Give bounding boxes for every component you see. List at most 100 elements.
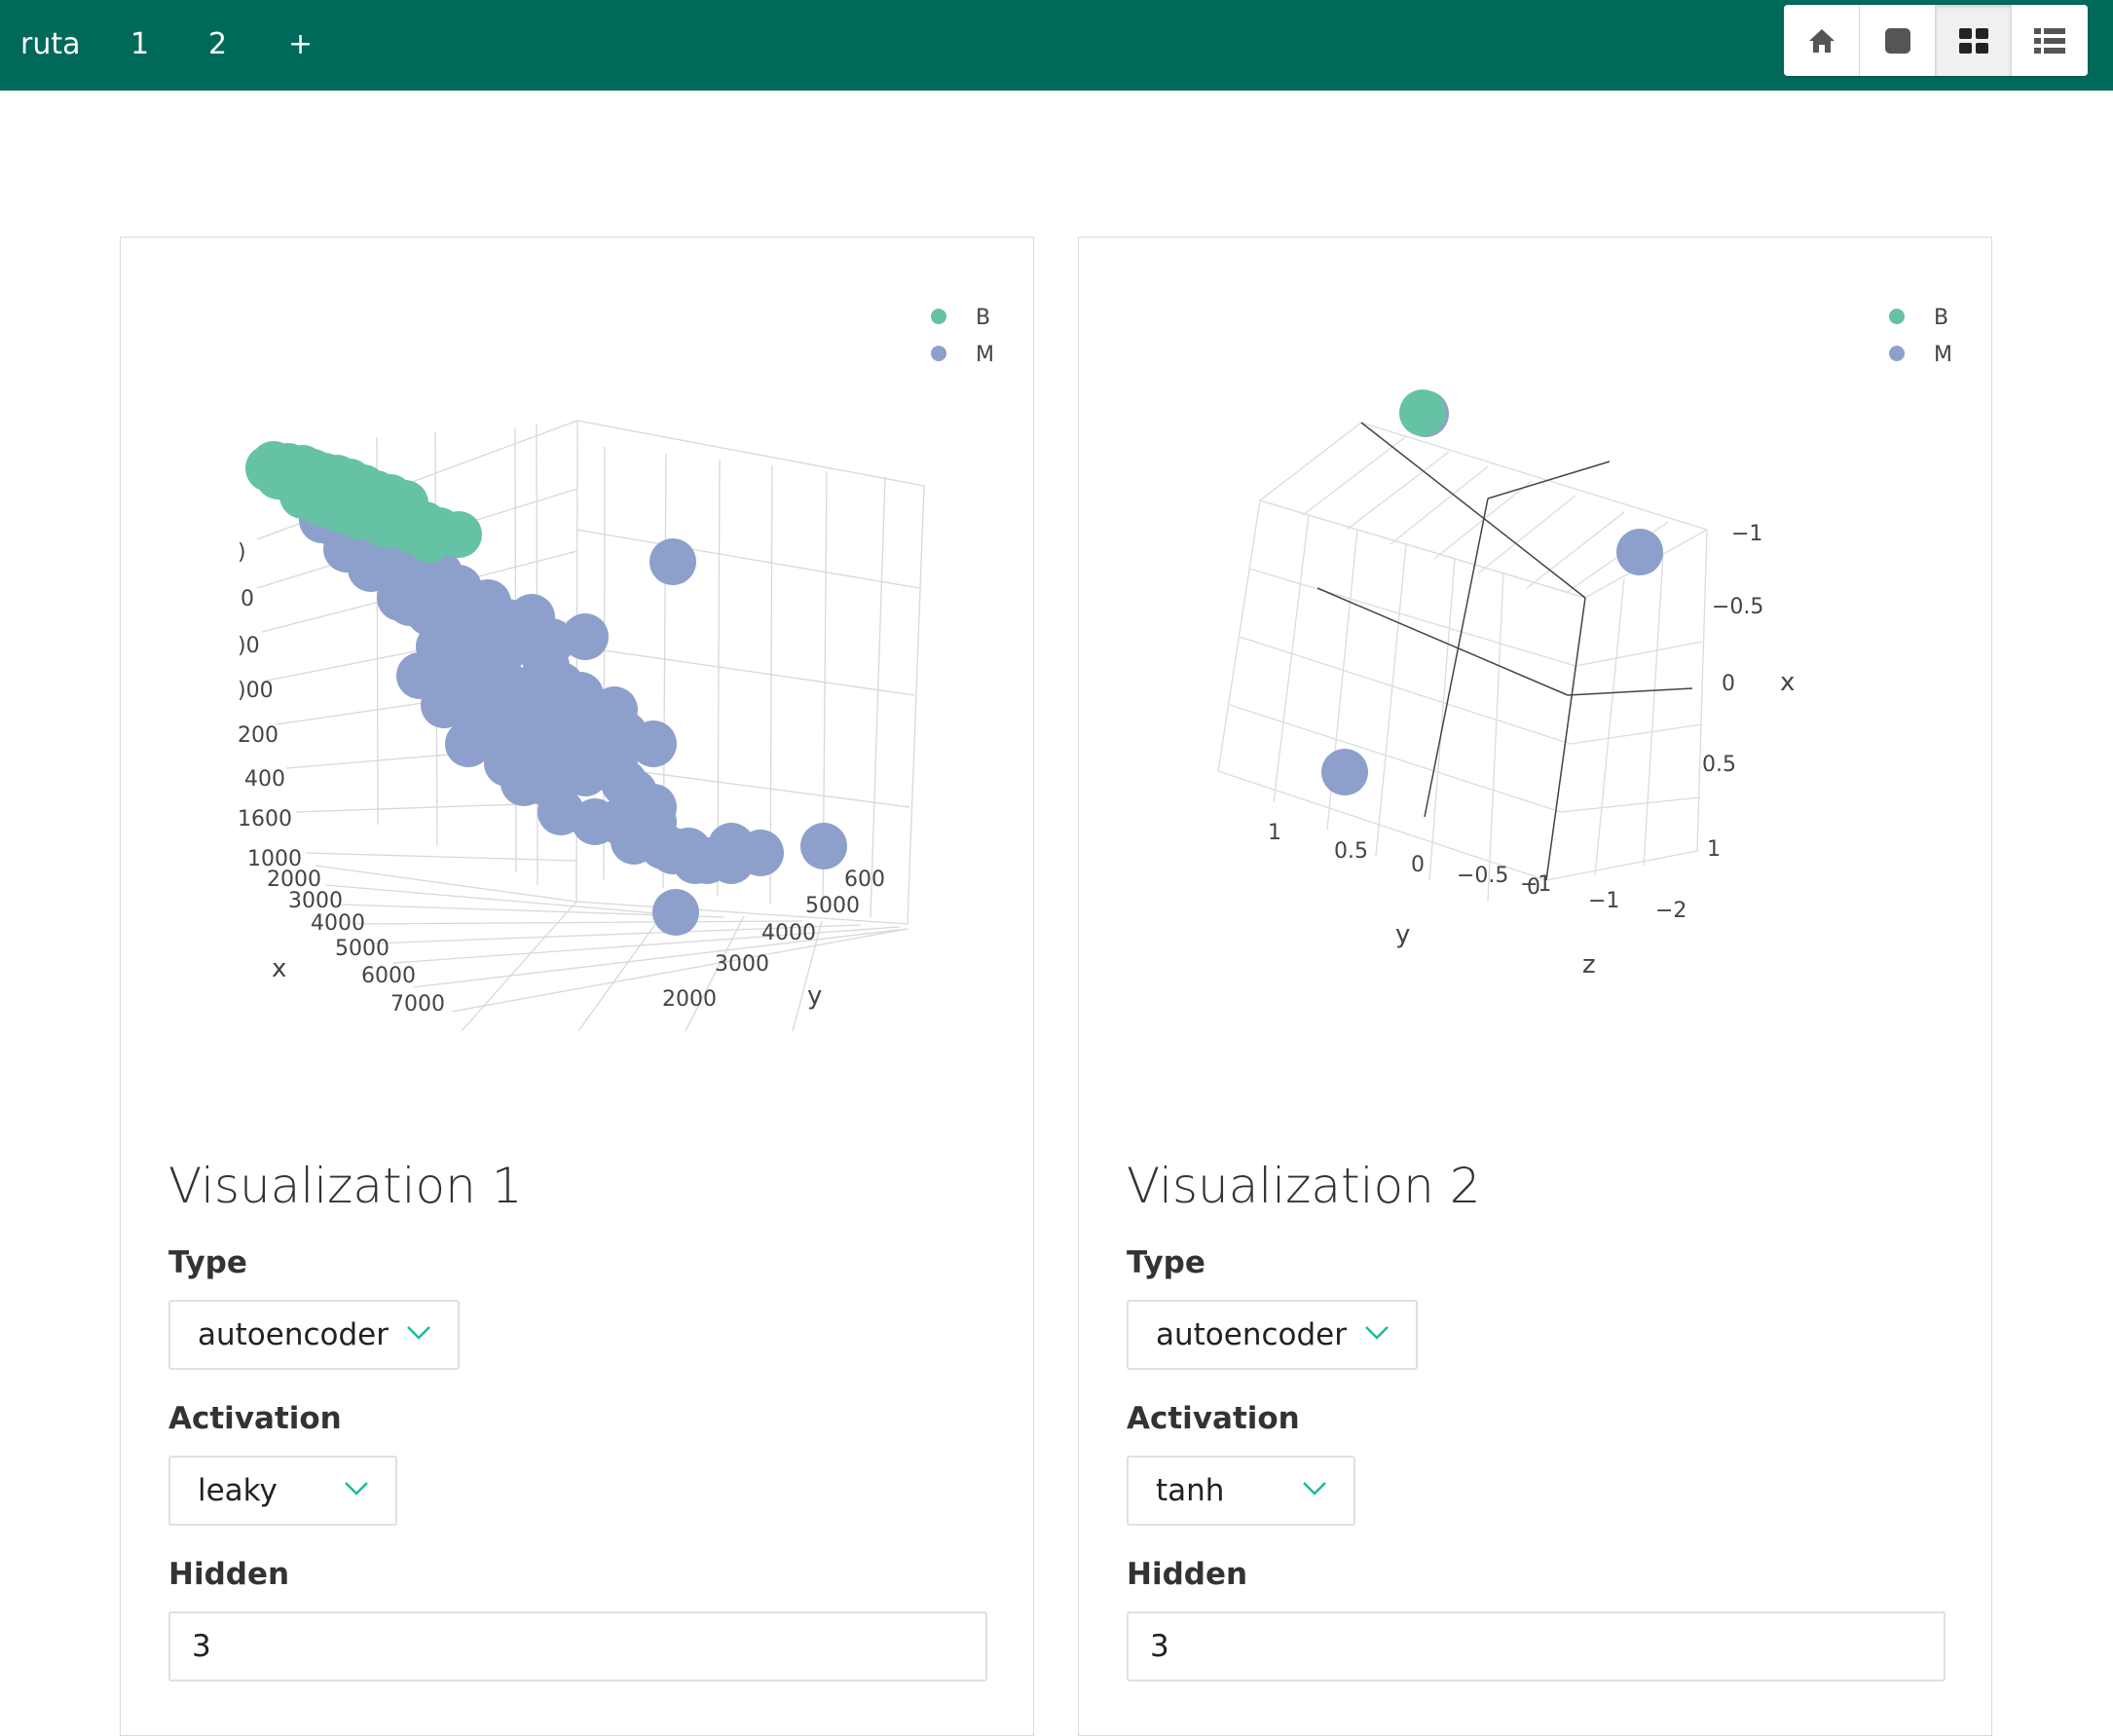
add-tab-button[interactable]: + — [288, 18, 313, 72]
plot2-y-tick: 0.5 — [1334, 839, 1368, 864]
plot1-x-tick: 5000 — [335, 937, 389, 961]
plot1-legend-label-M: M — [976, 343, 994, 367]
activation-select-1[interactable]: leaky — [168, 1456, 397, 1526]
plot2-zero-lines — [1316, 422, 1693, 881]
plot1-point-B — [406, 516, 453, 563]
tab-2[interactable]: 2 — [208, 18, 227, 72]
plot1-point-M — [597, 798, 644, 845]
plot1-legend-marker-B — [931, 309, 946, 324]
chevron-down-icon — [345, 1482, 368, 1496]
plot2-z-tick: 0 — [1527, 875, 1540, 900]
plot1-x-tick: 3000 — [288, 889, 343, 913]
tab-1[interactable]: 1 — [130, 18, 149, 72]
plot1-point-M — [652, 889, 699, 936]
visualization-title-1: Visualization 1 — [168, 1158, 523, 1214]
plot2-legend-label-B: B — [1934, 306, 1948, 330]
plot1-point-M — [649, 538, 696, 585]
plot1-y-axis-title: y — [807, 981, 822, 1011]
grid-view-button[interactable] — [1936, 5, 2012, 76]
hidden-label-1: Hidden — [168, 1557, 290, 1592]
visualization-panel-1: ) 0 )0 )00 200 400 1600 1000 2000 3000 4… — [120, 237, 1034, 1736]
plot1-point-M — [538, 789, 584, 835]
single-square-icon — [1884, 27, 1910, 54]
plot1-point-M — [416, 623, 463, 670]
plot2-legend-marker-M — [1889, 346, 1905, 361]
plot2-x-tick: −1 — [1731, 522, 1762, 546]
plot1-z-tick: 1600 — [238, 807, 292, 831]
visualization-panel-2: −1 −0.5 0 0.5 1 1 0.5 0 −0.5 −1 0 −1 −2 … — [1078, 237, 1992, 1736]
chevron-down-icon — [407, 1326, 430, 1340]
list-view-button[interactable] — [2012, 5, 2088, 76]
plot1-legend-marker-M — [931, 346, 946, 361]
type-select-1-value: autoencoder — [198, 1317, 389, 1352]
plot1-point-M — [377, 574, 424, 621]
plot2-point-M — [1321, 749, 1368, 795]
plot2-point-M — [1616, 529, 1663, 575]
plot2-point-B — [1399, 389, 1446, 436]
plot1-point-M — [474, 604, 521, 650]
activation-label-2: Activation — [1127, 1401, 1300, 1436]
hidden-label-2: Hidden — [1127, 1557, 1248, 1592]
plot2-x-tick: 0.5 — [1702, 753, 1736, 777]
scatter3d-plot-2[interactable]: −1 −0.5 0 0.5 1 1 0.5 0 −0.5 −1 0 −1 −2 … — [1079, 238, 1991, 1114]
top-navbar: ruta 1 2 + — [0, 0, 2113, 91]
type-select-2-value: autoencoder — [1156, 1317, 1347, 1352]
plot2-canvas[interactable]: −1 −0.5 0 0.5 1 1 0.5 0 −0.5 −1 0 −1 −2 … — [1079, 238, 1991, 1114]
plot1-point-B — [245, 445, 292, 492]
plot2-y-tick: 0 — [1411, 853, 1425, 877]
plot1-point-M — [562, 750, 609, 796]
activation-select-2-value: tanh — [1156, 1473, 1225, 1508]
chevron-down-icon — [1365, 1326, 1389, 1340]
plot1-points — [245, 441, 847, 936]
plot2-legend[interactable]: B M — [1889, 306, 1952, 367]
type-select-1[interactable]: autoencoder — [168, 1300, 460, 1370]
plot1-x-tick: 7000 — [390, 992, 445, 1016]
view-mode-buttons — [1784, 5, 2088, 76]
plot1-legend-label-B: B — [976, 306, 990, 330]
scatter3d-plot-1[interactable]: ) 0 )0 )00 200 400 1600 1000 2000 3000 4… — [121, 238, 1033, 1114]
plot1-point-M — [508, 740, 555, 787]
plot1-canvas[interactable]: ) 0 )0 )00 200 400 1600 1000 2000 3000 4… — [121, 238, 1033, 1114]
plot2-y-axis-title: y — [1395, 920, 1410, 949]
plot1-point-M — [630, 720, 677, 767]
hidden-input-2[interactable]: 3 — [1127, 1611, 1946, 1681]
single-view-button[interactable] — [1860, 5, 1936, 76]
plot2-y-ticks: 1 0.5 0 −0.5 −1 — [1268, 821, 1551, 897]
activation-select-2[interactable]: tanh — [1127, 1456, 1355, 1526]
plot1-point-M — [800, 823, 847, 869]
plot1-z-ticks: ) 0 )0 )00 200 400 1600 — [238, 540, 292, 831]
plot2-y-tick: 1 — [1268, 821, 1281, 845]
grid-icon — [1958, 27, 1988, 54]
brand-ruta[interactable]: ruta — [20, 18, 81, 72]
home-button[interactable] — [1784, 5, 1860, 76]
plot2-points — [1321, 389, 1663, 795]
plot1-y-tick: 4000 — [761, 921, 816, 945]
plot1-legend[interactable]: B M — [931, 306, 994, 367]
plot2-z-tick: −2 — [1655, 899, 1687, 923]
plot2-x-tick: −0.5 — [1712, 595, 1763, 619]
chevron-down-icon — [1303, 1482, 1326, 1496]
plot1-z-tick: )0 — [238, 634, 260, 658]
plot1-point-M — [562, 613, 609, 660]
plot1-z-tick: 0 — [241, 587, 254, 611]
plot2-legend-marker-B — [1889, 309, 1905, 324]
plot2-x-axis-title: x — [1780, 668, 1795, 697]
plot2-x-ticks: −1 −0.5 0 0.5 1 — [1702, 522, 1763, 862]
plot1-point-M — [672, 837, 719, 884]
plot1-y-tick: 600 — [844, 868, 885, 892]
hidden-input-1[interactable]: 3 — [168, 1611, 987, 1681]
activation-label-1: Activation — [168, 1401, 342, 1436]
plot1-y-tick: 2000 — [662, 987, 717, 1012]
home-icon — [1808, 28, 1835, 53]
plot2-legend-label-M: M — [1934, 343, 1952, 367]
plot1-z-tick: ) — [238, 540, 246, 565]
type-label-2: Type — [1127, 1245, 1205, 1280]
plot2-gridlines — [1217, 422, 1708, 903]
plot1-x-tick: 4000 — [311, 911, 365, 936]
plot1-y-tick: 5000 — [805, 894, 860, 918]
plot1-x-ticks: 1000 2000 3000 4000 5000 6000 7000 — [247, 847, 445, 1016]
list-icon — [2034, 27, 2065, 54]
plot2-z-axis-title: z — [1582, 950, 1596, 979]
plot2-x-tick: 1 — [1707, 837, 1721, 862]
type-select-2[interactable]: autoencoder — [1127, 1300, 1418, 1370]
